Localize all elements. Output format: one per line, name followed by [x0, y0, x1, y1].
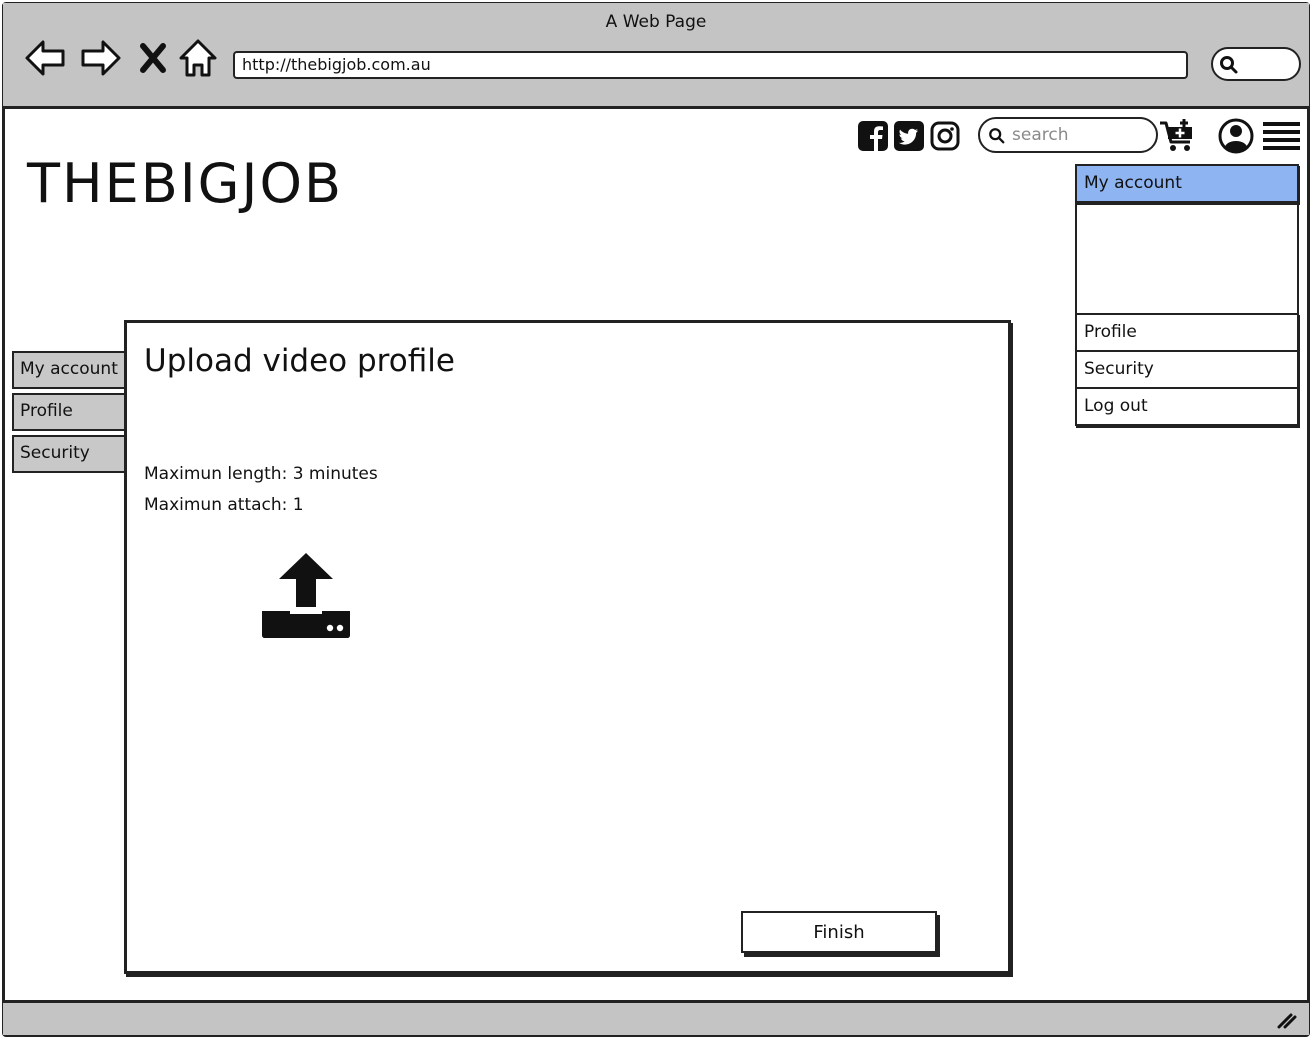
window-title: A Web Page	[605, 12, 707, 32]
browser-toolbar: A Web Page http://thebigjob.com.au	[3, 3, 1309, 109]
menu-item-security[interactable]: Security	[1075, 350, 1299, 389]
twitter-icon	[894, 121, 924, 151]
site-logo[interactable]: THEBIGJOB	[27, 152, 343, 215]
browser-statusbar	[3, 1000, 1309, 1035]
user-account-button[interactable]	[1216, 118, 1256, 154]
menu-item-log-out[interactable]: Log out	[1075, 387, 1299, 426]
main-menu-button[interactable]	[1262, 118, 1302, 154]
side-tabs: My account Profile Security	[12, 351, 128, 477]
close-icon	[140, 43, 166, 73]
upload-button[interactable]	[260, 551, 352, 639]
arrow-left-icon	[25, 40, 65, 76]
menu-blank-area	[1075, 201, 1299, 315]
finish-button[interactable]: Finish	[741, 911, 937, 953]
dialog-title: Upload video profile	[144, 343, 455, 379]
cart-button[interactable]	[1158, 118, 1198, 154]
max-length-text: Maximun length: 3 minutes	[144, 464, 378, 484]
site-search-input[interactable]	[1010, 123, 1144, 147]
instagram-icon	[930, 121, 960, 151]
side-tab-profile[interactable]: Profile	[12, 393, 128, 431]
resize-grip-icon[interactable]	[1275, 1011, 1297, 1029]
search-icon	[989, 128, 1005, 144]
menu-item-profile[interactable]: Profile	[1075, 313, 1299, 352]
arrow-right-icon	[81, 40, 121, 76]
address-bar[interactable]: http://thebigjob.com.au	[233, 51, 1188, 79]
twitter-link[interactable]	[893, 120, 925, 152]
stop-button[interactable]	[133, 36, 173, 80]
instagram-link[interactable]	[929, 120, 961, 152]
search-icon	[1220, 56, 1238, 74]
browser-search-field[interactable]	[1211, 47, 1301, 81]
account-dropdown-menu: My account Profile Security Log out	[1075, 164, 1299, 426]
facebook-icon	[858, 121, 888, 151]
side-tab-my-account[interactable]: My account	[12, 351, 128, 389]
user-icon	[1218, 118, 1254, 154]
forward-button[interactable]	[79, 36, 123, 80]
back-button[interactable]	[23, 36, 67, 80]
max-attach-text: Maximun attach: 1	[144, 495, 304, 515]
upload-video-dialog: Upload video profile Maximun length: 3 m…	[124, 320, 1011, 974]
menu-item-my-account[interactable]: My account	[1075, 164, 1299, 203]
cart-add-icon	[1160, 119, 1192, 151]
home-icon	[179, 39, 217, 77]
facebook-link[interactable]	[857, 120, 889, 152]
hamburger-menu-icon	[1263, 122, 1300, 150]
side-tab-security[interactable]: Security	[12, 435, 128, 473]
site-search[interactable]	[978, 117, 1158, 153]
upload-icon	[262, 553, 350, 638]
home-button[interactable]	[176, 36, 220, 80]
